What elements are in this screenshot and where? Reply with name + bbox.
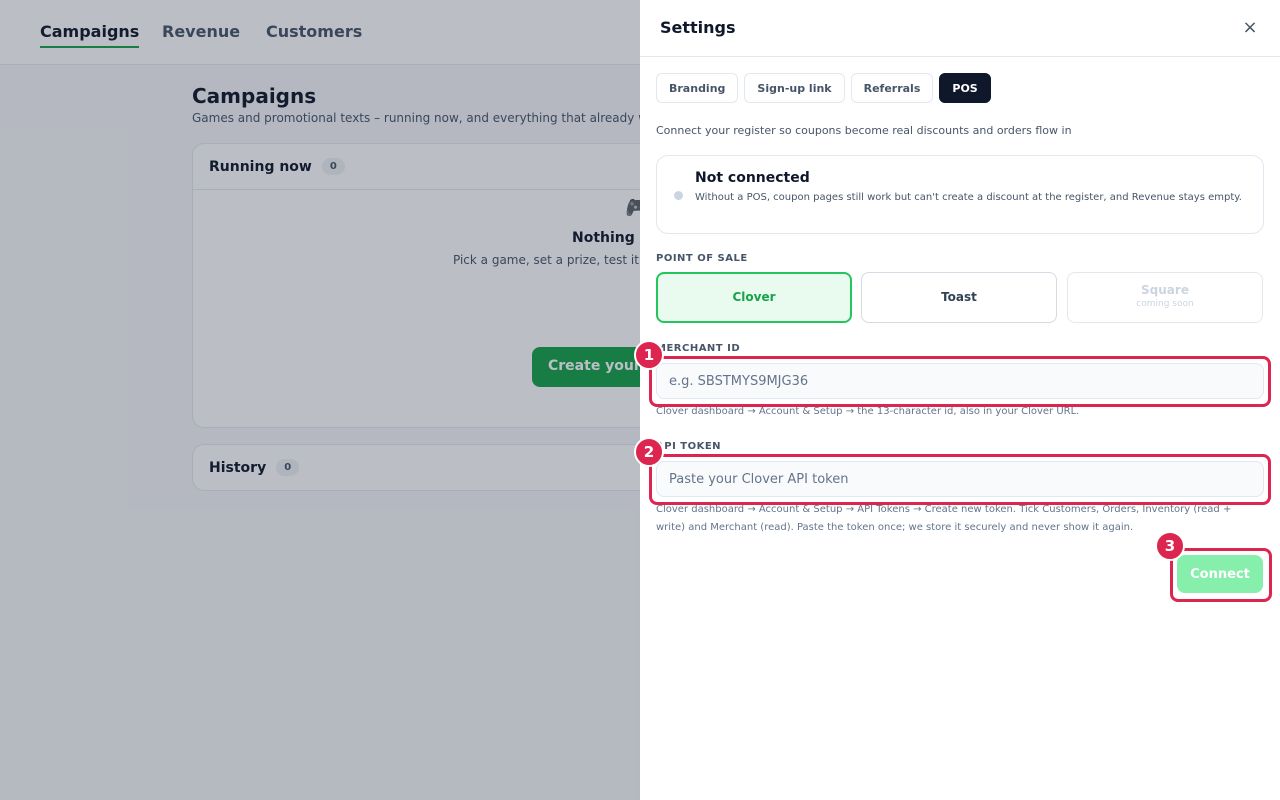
point-of-sale-label: POINT OF SALE: [656, 253, 748, 264]
drawer-title: Settings: [660, 18, 736, 37]
tab-branding[interactable]: Branding: [656, 73, 739, 103]
pos-option-label: Square: [1141, 283, 1189, 297]
step-badge-2: 2: [634, 437, 664, 467]
status-dot-icon: [674, 191, 683, 200]
connect-button[interactable]: Connect: [1177, 555, 1263, 593]
pos-option-toast[interactable]: Toast: [861, 272, 1057, 323]
coming-soon-note: coming soon: [1136, 299, 1194, 309]
close-icon[interactable]: ×: [1240, 18, 1260, 38]
step-badge-1: 1: [634, 340, 664, 370]
merchant-id-help: Clover dashboard → Account & Setup → the…: [656, 406, 1080, 417]
pos-option-clover[interactable]: Clover: [656, 272, 852, 323]
pos-option-square: Square coming soon: [1067, 272, 1263, 323]
status-description: Without a POS, coupon pages still work b…: [695, 192, 1242, 203]
modal-backdrop[interactable]: [0, 0, 640, 800]
merchant-id-input[interactable]: [656, 363, 1264, 399]
connection-status-card: Not connected Without a POS, coupon page…: [656, 155, 1264, 234]
merchant-id-label: MERCHANT ID: [656, 343, 741, 354]
settings-drawer: Settings × Branding Sign-up link Referra…: [640, 0, 1280, 800]
pos-option-label: Toast: [941, 290, 977, 304]
api-token-label: API TOKEN: [656, 441, 722, 452]
tab-referrals[interactable]: Referrals: [850, 73, 934, 103]
tab-sign-up-link[interactable]: Sign-up link: [744, 73, 845, 103]
status-title: Not connected: [695, 170, 810, 186]
pos-intro-text: Connect your register so coupons become …: [656, 124, 1072, 137]
settings-tabs: Branding Sign-up link Referrals POS: [656, 73, 991, 103]
tab-pos[interactable]: POS: [939, 73, 991, 103]
drawer-header: Settings ×: [640, 0, 1280, 57]
step-badge-3: 3: [1155, 531, 1185, 561]
pos-option-label: Clover: [732, 290, 776, 304]
api-token-input[interactable]: [656, 461, 1264, 497]
